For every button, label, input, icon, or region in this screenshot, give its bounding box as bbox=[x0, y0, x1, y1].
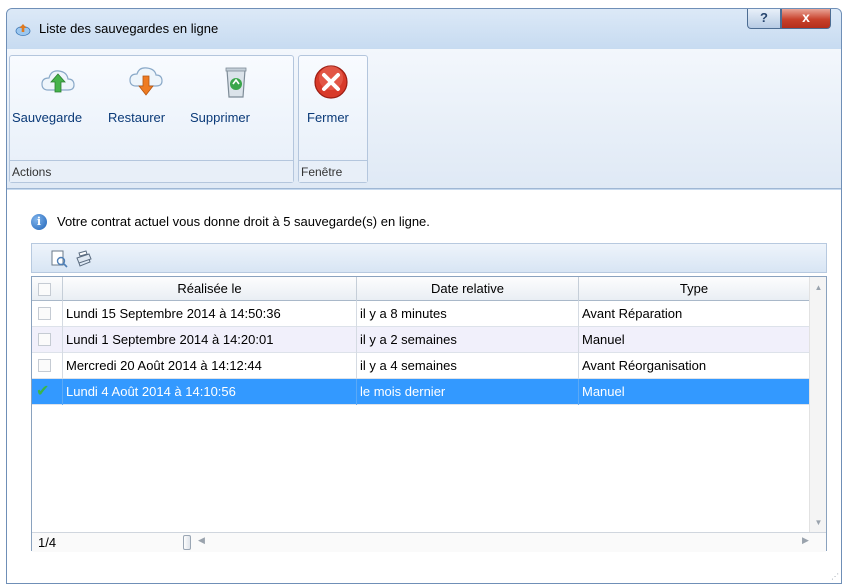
help-button[interactable]: ? bbox=[747, 9, 781, 29]
supprimer-button[interactable]: Supprimer bbox=[188, 56, 294, 162]
grid-toolbar bbox=[31, 243, 827, 273]
dialog-window: Liste des sauvegardes en ligne ? x Sauve… bbox=[6, 8, 842, 584]
fenetre-group-label: Fenêtre bbox=[299, 160, 367, 182]
actions-group-label: Actions bbox=[10, 160, 293, 182]
horizontal-scroll-thumb[interactable] bbox=[183, 535, 191, 550]
vertical-scrollbar[interactable]: ▲ ▼ bbox=[809, 277, 826, 532]
cloud-download-icon bbox=[129, 67, 163, 96]
table-row[interactable]: Lundi 15 Septembre 2014 à 14:50:36 il y … bbox=[32, 301, 810, 327]
col-header-type[interactable]: Type bbox=[579, 277, 810, 301]
grid-footer: 1/4 ◀ ▶ bbox=[32, 532, 826, 552]
row-select-cell[interactable]: ✔ bbox=[32, 379, 63, 405]
row-checkbox[interactable] bbox=[38, 359, 51, 372]
cell-relative: il y a 4 semaines bbox=[357, 353, 579, 379]
window-title: Liste des sauvegardes en ligne bbox=[39, 21, 219, 36]
window-close-button[interactable]: x bbox=[781, 9, 831, 29]
scroll-right-icon[interactable]: ▶ bbox=[802, 535, 809, 546]
row-checkbox[interactable] bbox=[38, 307, 51, 320]
cell-date: Mercredi 20 Août 2014 à 14:12:44 bbox=[63, 353, 357, 379]
cell-relative: le mois dernier bbox=[357, 379, 579, 405]
page-indicator: 1/4 bbox=[38, 535, 57, 550]
close-circle-icon bbox=[314, 65, 348, 99]
scroll-left-icon[interactable]: ◀ bbox=[198, 535, 205, 546]
backups-grid: Réalisée le Date relative Type Lundi 15 … bbox=[31, 276, 827, 552]
cloud-app-icon bbox=[15, 24, 31, 36]
cell-relative: il y a 2 semaines bbox=[357, 327, 579, 353]
cell-type: Manuel bbox=[579, 327, 810, 353]
restaurer-label: Restaurer bbox=[108, 110, 166, 125]
cell-type: Avant Réorganisation bbox=[579, 353, 810, 379]
scroll-up-icon[interactable]: ▲ bbox=[810, 283, 827, 292]
table-row-selected[interactable]: ✔ Lundi 4 Août 2014 à 14:10:56 le mois d… bbox=[32, 379, 810, 405]
print-icon[interactable] bbox=[74, 250, 92, 268]
row-select-cell[interactable] bbox=[32, 353, 63, 379]
cell-relative: il y a 8 minutes bbox=[357, 301, 579, 327]
fermer-button[interactable]: Fermer bbox=[299, 56, 367, 162]
fermer-label: Fermer bbox=[307, 110, 349, 125]
cell-type: Avant Réparation bbox=[579, 301, 810, 327]
supprimer-label: Supprimer bbox=[190, 110, 250, 125]
sauvegarde-button[interactable]: Sauvegarde bbox=[10, 56, 106, 162]
cloud-upload-icon bbox=[41, 70, 75, 93]
recycle-bin-icon bbox=[225, 67, 247, 98]
ribbon-group-actions: Sauvegarde Restaurer Supprimer Actions bbox=[9, 55, 294, 183]
cell-date: Lundi 4 Août 2014 à 14:10:56 bbox=[63, 379, 357, 405]
help-icon: ? bbox=[760, 10, 768, 25]
close-icon: x bbox=[802, 9, 810, 25]
checkmark-icon[interactable]: ✔ bbox=[36, 381, 49, 401]
resize-grip-icon[interactable]: ⋰ bbox=[831, 573, 839, 581]
ribbon-group-fenetre: Fermer Fenêtre bbox=[298, 55, 368, 183]
cell-type: Manuel bbox=[579, 379, 810, 405]
col-header-realisee[interactable]: Réalisée le bbox=[63, 277, 357, 301]
select-all-checkbox[interactable] bbox=[38, 283, 51, 296]
grid-header: Réalisée le Date relative Type bbox=[32, 277, 810, 301]
row-select-cell[interactable] bbox=[32, 301, 63, 327]
info-icon: i bbox=[31, 214, 47, 230]
col-header-date-relative[interactable]: Date relative bbox=[357, 277, 579, 301]
restaurer-button[interactable]: Restaurer bbox=[106, 56, 188, 162]
title-bar[interactable]: Liste des sauvegardes en ligne ? x bbox=[7, 9, 841, 49]
row-checkbox[interactable] bbox=[38, 333, 51, 346]
cell-date: Lundi 1 Septembre 2014 à 14:20:01 bbox=[63, 327, 357, 353]
info-message: Votre contrat actuel vous donne droit à … bbox=[57, 214, 430, 229]
sauvegarde-label: Sauvegarde bbox=[12, 110, 83, 125]
preview-icon[interactable] bbox=[50, 250, 68, 268]
select-all-header[interactable] bbox=[32, 277, 63, 301]
table-row[interactable]: Lundi 1 Septembre 2014 à 14:20:01 il y a… bbox=[32, 327, 810, 353]
row-select-cell[interactable] bbox=[32, 327, 63, 353]
scroll-down-icon[interactable]: ▼ bbox=[810, 518, 827, 527]
cell-date: Lundi 15 Septembre 2014 à 14:50:36 bbox=[63, 301, 357, 327]
content-area: i Votre contrat actuel vous donne droit … bbox=[7, 190, 841, 583]
table-row[interactable]: Mercredi 20 Août 2014 à 14:12:44 il y a … bbox=[32, 353, 810, 379]
ribbon: Sauvegarde Restaurer Supprimer Actions F… bbox=[7, 49, 841, 189]
